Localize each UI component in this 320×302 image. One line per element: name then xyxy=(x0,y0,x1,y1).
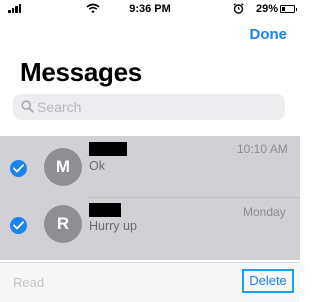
page-title: Messages xyxy=(20,57,142,87)
read-button[interactable]: Read xyxy=(13,275,44,290)
conversation-row[interactable]: M 10:10 AM Ok xyxy=(0,136,300,198)
delete-button[interactable]: Delete xyxy=(242,269,294,293)
search-input[interactable]: Search xyxy=(37,94,81,120)
avatar: M xyxy=(44,148,82,186)
message-preview: Hurry up xyxy=(89,219,137,233)
done-button[interactable]: Done xyxy=(250,26,288,43)
contact-name-redacted xyxy=(89,203,121,217)
search-icon xyxy=(21,100,34,113)
status-time: 9:36 PM xyxy=(129,3,171,15)
search-bar[interactable]: Search xyxy=(13,94,285,120)
battery-icon xyxy=(280,5,297,13)
avatar: R xyxy=(44,205,82,243)
message-preview: Ok xyxy=(89,159,105,173)
contact-name-redacted xyxy=(89,142,127,156)
battery-percentage: 29% xyxy=(256,3,279,15)
status-bar: 9:36 PM 29% xyxy=(0,0,300,20)
message-time: Monday xyxy=(243,205,286,219)
alarm-icon xyxy=(233,3,244,14)
conversation-row[interactable]: R Monday Hurry up xyxy=(0,198,300,260)
selected-checkmark-icon[interactable] xyxy=(10,217,27,234)
message-time: 10:10 AM xyxy=(237,142,288,156)
selected-checkmark-icon[interactable] xyxy=(10,160,27,177)
edit-toolbar: Read Delete xyxy=(0,262,300,302)
